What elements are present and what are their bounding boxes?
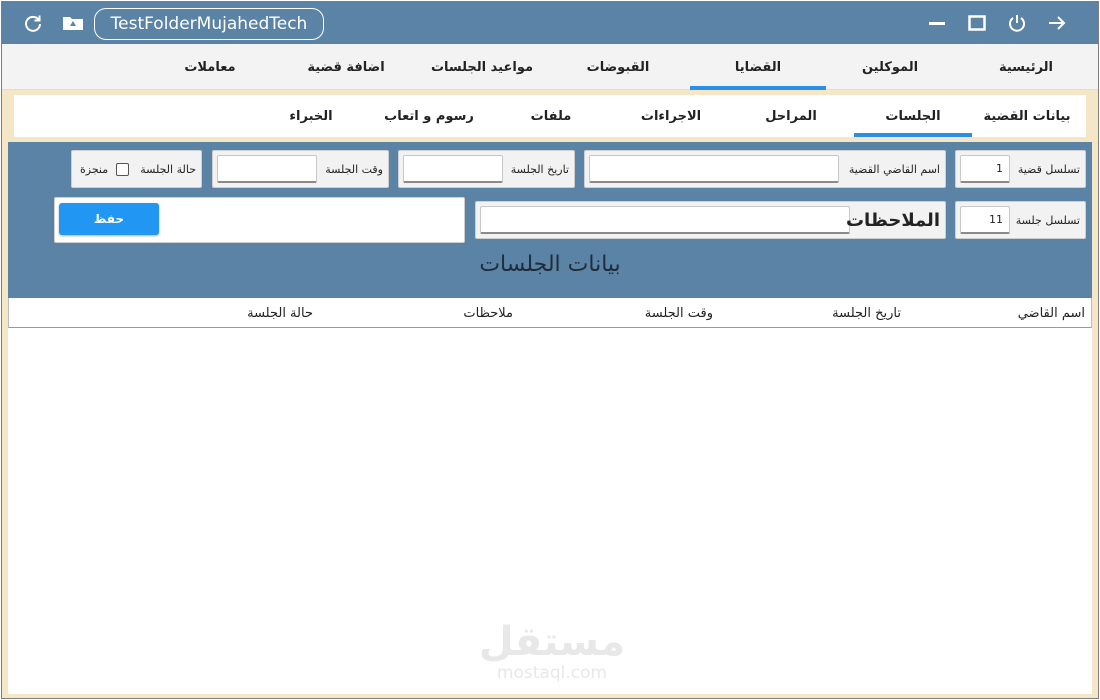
table-header: اسم القاضي تاريخ الجلسة وقت الجلسة ملاحظ… <box>8 298 1092 328</box>
nav-cases[interactable]: القضايا <box>690 44 826 90</box>
case-serial-field[interactable]: 1 <box>960 155 1010 183</box>
case-serial-group: 1 تسلسل قضية <box>955 150 1086 188</box>
nav-add-case[interactable]: اضافة قضية <box>278 44 414 90</box>
tab-files[interactable]: ملفات <box>492 95 610 137</box>
tab-sessions[interactable]: الجلسات <box>854 95 972 137</box>
column-session-status[interactable]: حالة الجلسة <box>247 298 313 328</box>
minimize-icon[interactable] <box>926 12 948 34</box>
tab-case-details[interactable]: بيانات القضية <box>968 95 1086 137</box>
nav-home[interactable]: الرئيسية <box>958 44 1094 90</box>
tab-stages[interactable]: المراحل <box>732 95 850 137</box>
column-judge-name[interactable]: اسم القاضي <box>1018 298 1085 328</box>
notes-field[interactable] <box>480 206 850 234</box>
completed-label: منجزة <box>80 162 109 176</box>
tab-procedures[interactable]: الاجراءات <box>612 95 730 137</box>
maximize-icon[interactable] <box>966 12 988 34</box>
refresh-icon[interactable] <box>22 12 44 34</box>
main-navigation: الرئيسية الموكلين القضايا القبوضات مواعي… <box>2 44 1098 90</box>
nav-transactions[interactable]: معاملات <box>142 44 278 90</box>
session-serial-group: 11 تسلسل جلسة <box>955 201 1086 239</box>
watermark-latin: mostaql.com <box>496 663 608 683</box>
judge-name-group: اسم القاضي القضية <box>584 150 946 188</box>
nav-session-dates[interactable]: مواعيد الجلسات <box>414 44 550 90</box>
tab-experts[interactable]: الخبراء <box>252 95 370 137</box>
nav-receipts[interactable]: القبوضات <box>550 44 686 90</box>
app-window: TestFolderMujahedTech الرئيسية الموكلين … <box>1 1 1099 699</box>
title-bar: TestFolderMujahedTech <box>2 2 1098 44</box>
save-button[interactable]: حفظ <box>59 203 159 235</box>
watermark: مستقل mostaql.com <box>472 620 632 682</box>
notes-group: الملاحظات <box>475 201 946 239</box>
nav-clients[interactable]: الموكلين <box>822 44 958 90</box>
session-date-field[interactable] <box>403 155 503 183</box>
tab-fees[interactable]: رسوم و اتعاب <box>370 95 488 137</box>
session-time-field[interactable] <box>217 155 317 183</box>
session-date-group: تاريخ الجلسة <box>398 150 575 188</box>
judge-name-field[interactable] <box>589 155 839 183</box>
session-serial-label: تسلسل جلسة <box>1015 213 1080 227</box>
session-serial-field[interactable]: 11 <box>960 206 1010 234</box>
case-serial-label: تسلسل قضية <box>1017 162 1080 176</box>
column-session-date[interactable]: تاريخ الجلسة <box>832 298 901 328</box>
drive-folder-icon[interactable] <box>62 12 84 34</box>
notes-label: الملاحظات <box>845 209 940 231</box>
folder-name-button[interactable]: TestFolderMujahedTech <box>94 8 324 40</box>
session-status-group: منجزة حالة الجلسة <box>71 150 202 188</box>
session-date-label: تاريخ الجلسة <box>510 162 569 176</box>
arrow-right-icon[interactable] <box>1046 12 1068 34</box>
session-status-label: حالة الجلسة <box>140 162 196 176</box>
column-session-time[interactable]: وقت الجلسة <box>645 298 713 328</box>
power-icon[interactable] <box>1006 12 1028 34</box>
completed-checkbox[interactable] <box>116 163 129 176</box>
session-time-group: وقت الجلسة <box>212 150 389 188</box>
session-time-label: وقت الجلسة <box>325 162 383 176</box>
watermark-arabic: مستقل <box>478 619 626 665</box>
column-notes[interactable]: ملاحظات <box>463 298 513 328</box>
session-form-panel: 1 تسلسل قضية اسم القاضي القضية تاريخ الج… <box>8 142 1092 298</box>
case-sub-tabs: بيانات القضية الجلسات المراحل الاجراءات … <box>14 95 1086 137</box>
judge-name-label: اسم القاضي القضية <box>848 162 940 176</box>
sessions-heading: بيانات الجلسات <box>479 252 621 277</box>
